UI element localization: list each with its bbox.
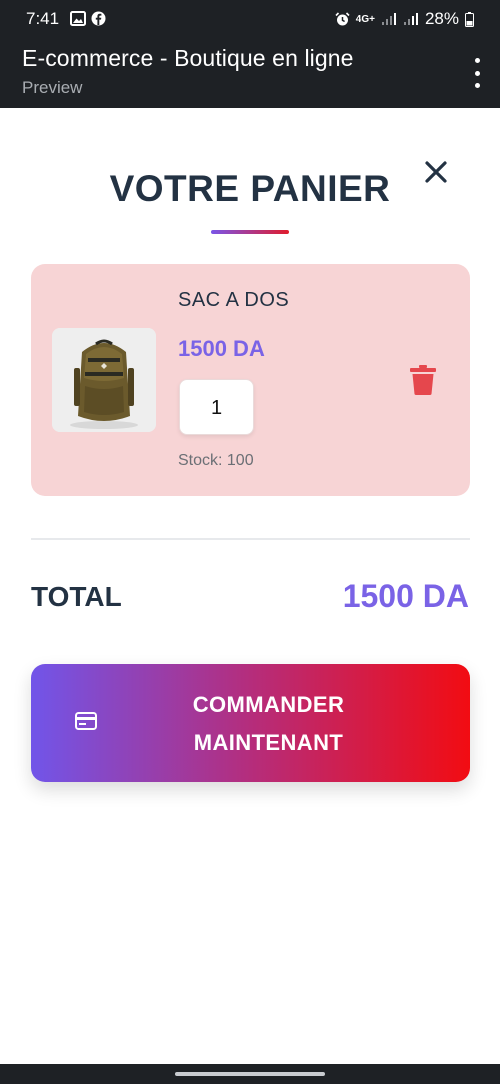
checkout-button[interactable]: COMMANDER MAINTENANT [31,664,470,782]
item-price: 1500 DA [178,336,265,361]
item-stock: Stock: 100 [178,452,254,469]
image-icon [70,11,86,26]
delete-item-button[interactable] [409,364,437,396]
total-label: TOTAL [31,581,122,612]
home-handle[interactable] [175,1072,325,1076]
alarm-icon [335,11,350,25]
app-bar: E-commerce - Boutique en ligne Preview [0,38,500,108]
close-button[interactable] [420,156,452,188]
cart-item-card: SAC A DOS 1500 DA 1 Stock: 100 [31,264,470,496]
status-left-icons [70,11,106,26]
status-time: 7:41 [26,9,60,28]
battery-icon [465,11,474,27]
app-title: E-commerce - Boutique en ligne [22,45,354,71]
total-value: 1500 DA [342,578,469,614]
title-underline [211,230,289,234]
credit-card-icon [75,712,97,730]
app-subtitle: Preview [22,78,83,97]
battery-percent: 28% [424,9,459,28]
signal-icon [381,13,396,25]
status-right-icons: 4G+ 28% [335,9,474,29]
divider [31,538,470,540]
system-nav-bar [0,1064,500,1084]
facebook-icon [91,11,106,26]
close-icon [425,161,447,183]
signal-icon-2 [403,13,418,25]
product-image [52,328,156,432]
backpack-image [52,328,156,432]
item-name: SAC A DOS [178,289,290,311]
checkout-label: COMMANDER MAINTENANT [192,692,345,755]
trash-icon [410,365,436,395]
more-vert-icon[interactable] [472,58,482,88]
network-type: 4G+ [355,13,375,25]
quantity-input[interactable]: 1 [179,379,254,435]
status-bar: 7:41 4G+ 28% [0,0,500,38]
